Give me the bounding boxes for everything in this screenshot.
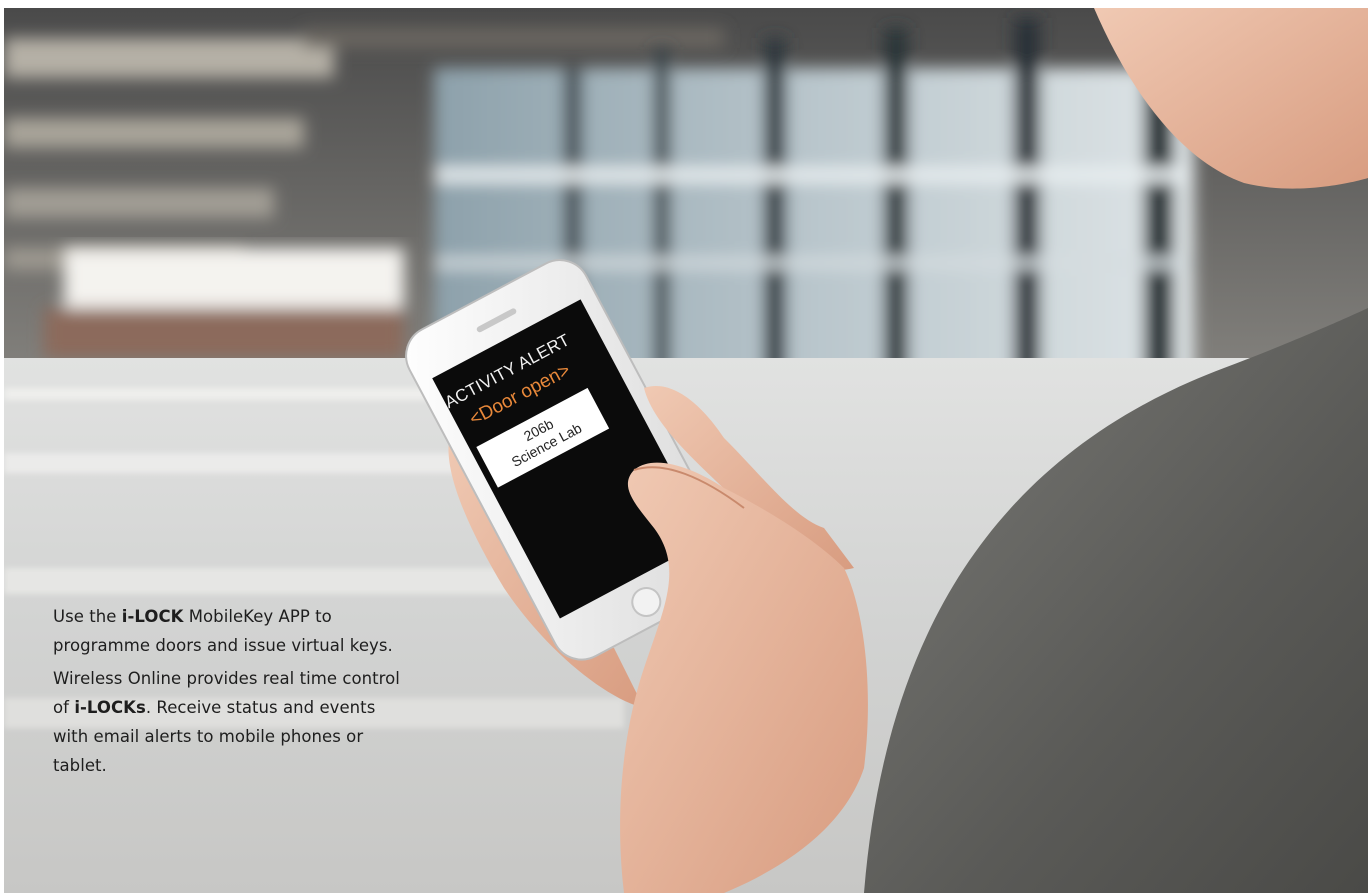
distant-light <box>44 248 404 358</box>
brand-name: i-LOCK <box>121 607 184 626</box>
caption: Use the i-LOCK MobileKey APP to programm… <box>53 602 413 784</box>
caption-1-text-a: Use the <box>53 607 122 626</box>
caption-paragraph-1: Use the i-LOCK MobileKey APP to programm… <box>53 602 413 660</box>
brand-name-plural: i-LOCKs <box>74 698 146 717</box>
caption-paragraph-2: Wireless Online provides real time contr… <box>53 664 413 780</box>
